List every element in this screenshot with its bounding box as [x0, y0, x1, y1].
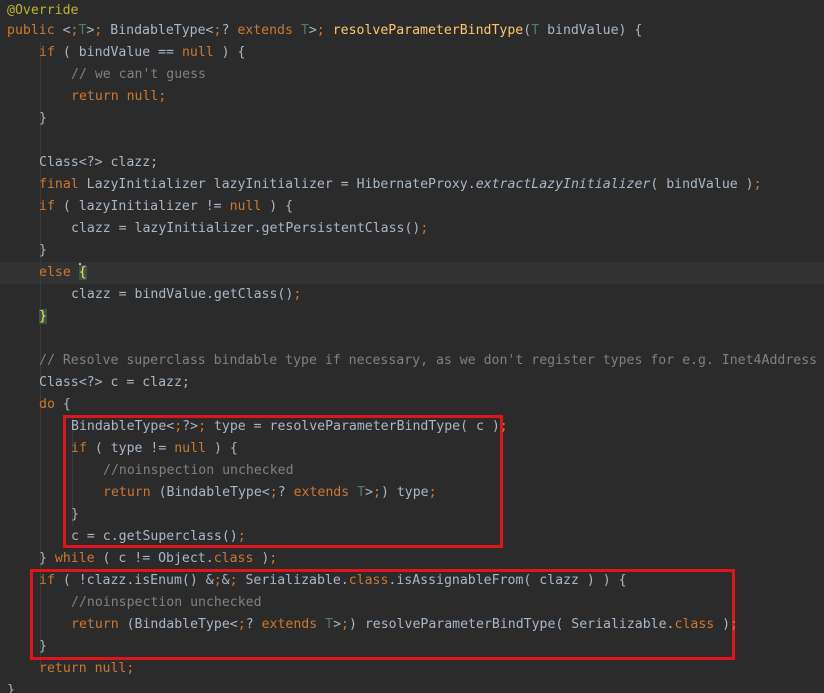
code-line: c = c.getSuperclass(); — [71, 529, 246, 544]
code-line: else { — [39, 263, 87, 280]
code-line: Class<?> c = clazz; — [39, 375, 190, 390]
code-line: // we can't guess — [71, 67, 206, 82]
code-line: //noinspection unchecked — [103, 463, 294, 478]
code-line: } while ( c != Object.class ); — [39, 551, 278, 566]
code-line: } — [71, 507, 79, 522]
code-line: final LazyInitializer lazyInitializer = … — [39, 177, 762, 192]
code-line: } — [39, 639, 47, 654]
code-line: do { — [39, 397, 71, 412]
current-line-highlight — [0, 262, 824, 284]
code-line: } — [7, 683, 15, 693]
code-line: } — [39, 309, 47, 324]
code-line: return null; — [39, 661, 135, 676]
code-line: } — [39, 243, 47, 258]
code-line: if ( lazyInitializer != null ) { — [39, 199, 294, 214]
code-line: public <;T>; BindableType<;? extends T>;… — [7, 23, 643, 38]
code-line: if ( !clazz.isEnum() &;&; Serializable.c… — [39, 573, 627, 588]
code-line: BindableType<;?>; type = resolveParamete… — [71, 419, 508, 434]
code-line: Class<?> clazz; — [39, 155, 159, 170]
code-line: return (BindableType<;? extends T>;) res… — [71, 617, 739, 632]
code-line: //noinspection unchecked — [71, 595, 262, 610]
code-line: clazz = lazyInitializer.getPersistentCla… — [71, 221, 429, 236]
code-line: @Override — [7, 3, 79, 18]
code-line: if ( type != null ) { — [71, 441, 238, 456]
code-line: } — [39, 111, 47, 126]
code-editor[interactable]: @Override public <;T>; BindableType<;? e… — [0, 0, 824, 693]
code-line: if ( bindValue == null ) { — [39, 45, 246, 60]
code-line: return (BindableType<;? extends T>;) typ… — [103, 485, 437, 500]
code-line: return null; — [71, 89, 167, 104]
code-line: // Resolve superclass bindable type if n… — [39, 353, 818, 368]
code-line: clazz = bindValue.getClass(); — [71, 287, 302, 302]
